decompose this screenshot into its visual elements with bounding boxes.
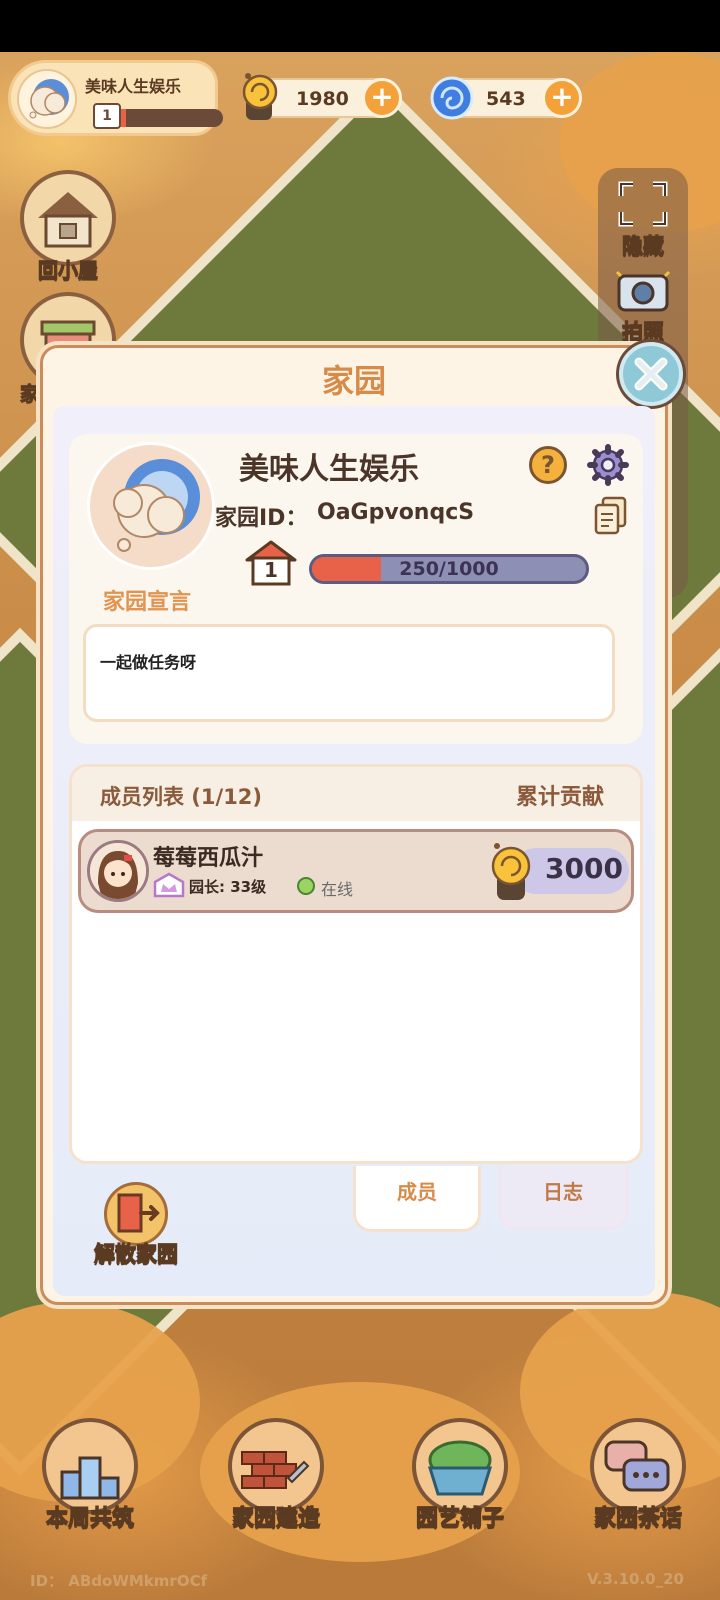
gem-value: 543 bbox=[486, 88, 526, 110]
close-icon bbox=[634, 357, 668, 391]
snail-coin-counter: 1980 + bbox=[242, 73, 402, 120]
member-name: 莓莓西瓜汁 bbox=[153, 846, 264, 871]
tab-members[interactable]: 成员 bbox=[353, 1166, 481, 1232]
disband-home-button[interactable]: 解散家园 bbox=[81, 1182, 191, 1268]
house-icon bbox=[20, 170, 116, 266]
home-build-button[interactable]: 家园建造 bbox=[216, 1418, 336, 1532]
add-snail-coin-button[interactable]: + bbox=[362, 78, 402, 118]
hide-label: 隐藏 bbox=[622, 234, 665, 259]
hide-ui-button[interactable]: 隐藏 bbox=[598, 178, 688, 260]
photo-button[interactable]: 拍照 bbox=[598, 264, 688, 346]
copy-icon[interactable] bbox=[593, 496, 629, 536]
contribution-title: 累计贡献 bbox=[515, 785, 604, 810]
help-icon[interactable]: ? bbox=[529, 446, 567, 484]
home-avatar bbox=[17, 69, 77, 129]
add-gem-button[interactable]: + bbox=[542, 78, 582, 118]
home-name: 美味人生娱乐 bbox=[85, 77, 182, 96]
version-label: V.3.10.0_20 bbox=[587, 1570, 684, 1588]
back-home-button[interactable]: 回小屋 bbox=[18, 170, 118, 283]
home-name-title: 美味人生娱乐 bbox=[239, 452, 419, 487]
close-button[interactable] bbox=[619, 342, 683, 406]
member-role: 园长: 33级 bbox=[189, 878, 267, 896]
photo-label: 拍照 bbox=[622, 320, 665, 345]
experience-text: 250/1000 bbox=[399, 558, 499, 580]
swirl-gem-icon bbox=[424, 68, 474, 124]
home-info-panel: 家园宣言 美味人生娱乐 ? 家园ID： OaGpvonqcS 1 250/100… bbox=[69, 434, 643, 744]
experience-bar: 250/1000 bbox=[309, 554, 589, 584]
status-bar bbox=[0, 0, 720, 52]
level-house-icon: 1 bbox=[243, 538, 299, 588]
snail-coin-value: 1980 bbox=[296, 88, 349, 110]
member-contribution: 3000 bbox=[545, 852, 623, 885]
home-id-value: OaGpvonqcS bbox=[317, 500, 475, 525]
camera-icon bbox=[613, 264, 673, 316]
tab-log[interactable]: 日志 bbox=[498, 1166, 628, 1230]
home-info-card[interactable]: 美味人生娱乐 1 bbox=[8, 60, 223, 136]
home-level-badge: 1 bbox=[93, 103, 121, 129]
online-status-icon bbox=[297, 877, 315, 895]
level-number: 1 bbox=[264, 558, 278, 582]
manifesto-text: 一起做任务呀 bbox=[100, 653, 197, 672]
player-id: ID： ABdoWMkmrOCf bbox=[30, 1572, 208, 1590]
members-panel: 成员列表 (1/12) 累计贡献 莓莓西瓜汁 园长: 33级 在线 3000 bbox=[69, 764, 643, 1164]
dialog-title: 家园 bbox=[321, 362, 386, 400]
garden-shop-button[interactable]: 园艺铺子 bbox=[400, 1418, 520, 1532]
snail-coin-icon bbox=[485, 836, 537, 904]
home-large-avatar bbox=[87, 442, 215, 570]
garden-shop-label: 园艺铺子 bbox=[415, 1506, 504, 1532]
weekly-build-button[interactable]: 本周共筑 bbox=[30, 1418, 150, 1532]
member-avatar bbox=[87, 840, 149, 902]
manifesto-label: 家园宣言 bbox=[103, 590, 192, 615]
member-row[interactable]: 莓莓西瓜汁 园长: 33级 在线 3000 bbox=[78, 829, 634, 913]
back-home-label: 回小屋 bbox=[38, 258, 99, 283]
disband-label: 解散家园 bbox=[94, 1242, 179, 1267]
frame-corners-icon bbox=[613, 178, 673, 230]
members-header: 成员列表 (1/12) 累计贡献 bbox=[72, 767, 640, 821]
members-title: 成员列表 (1/12) bbox=[100, 785, 263, 809]
gem-counter: 543 + bbox=[430, 76, 582, 120]
home-dialog: 家园 家园宣言 美味人生娱乐 ? 家园ID： OaGpvonqcS 1 250/… bbox=[40, 342, 683, 1305]
gear-icon[interactable] bbox=[587, 444, 629, 486]
manifesto-box[interactable]: 一起做任务呀 bbox=[83, 624, 615, 722]
home-build-label: 家园建造 bbox=[231, 1506, 320, 1532]
home-chat-label: 家园茶话 bbox=[593, 1506, 682, 1532]
member-status: 在线 bbox=[321, 880, 354, 899]
exit-door-icon bbox=[104, 1182, 168, 1246]
left-partial-label: 家 bbox=[20, 382, 41, 407]
crown-icon bbox=[153, 872, 185, 898]
home-chat-button[interactable]: 家园茶话 bbox=[578, 1418, 698, 1532]
weekly-build-label: 本周共筑 bbox=[45, 1506, 134, 1532]
home-id-label: 家园ID： bbox=[215, 506, 308, 531]
snail-coin-icon bbox=[234, 68, 284, 124]
